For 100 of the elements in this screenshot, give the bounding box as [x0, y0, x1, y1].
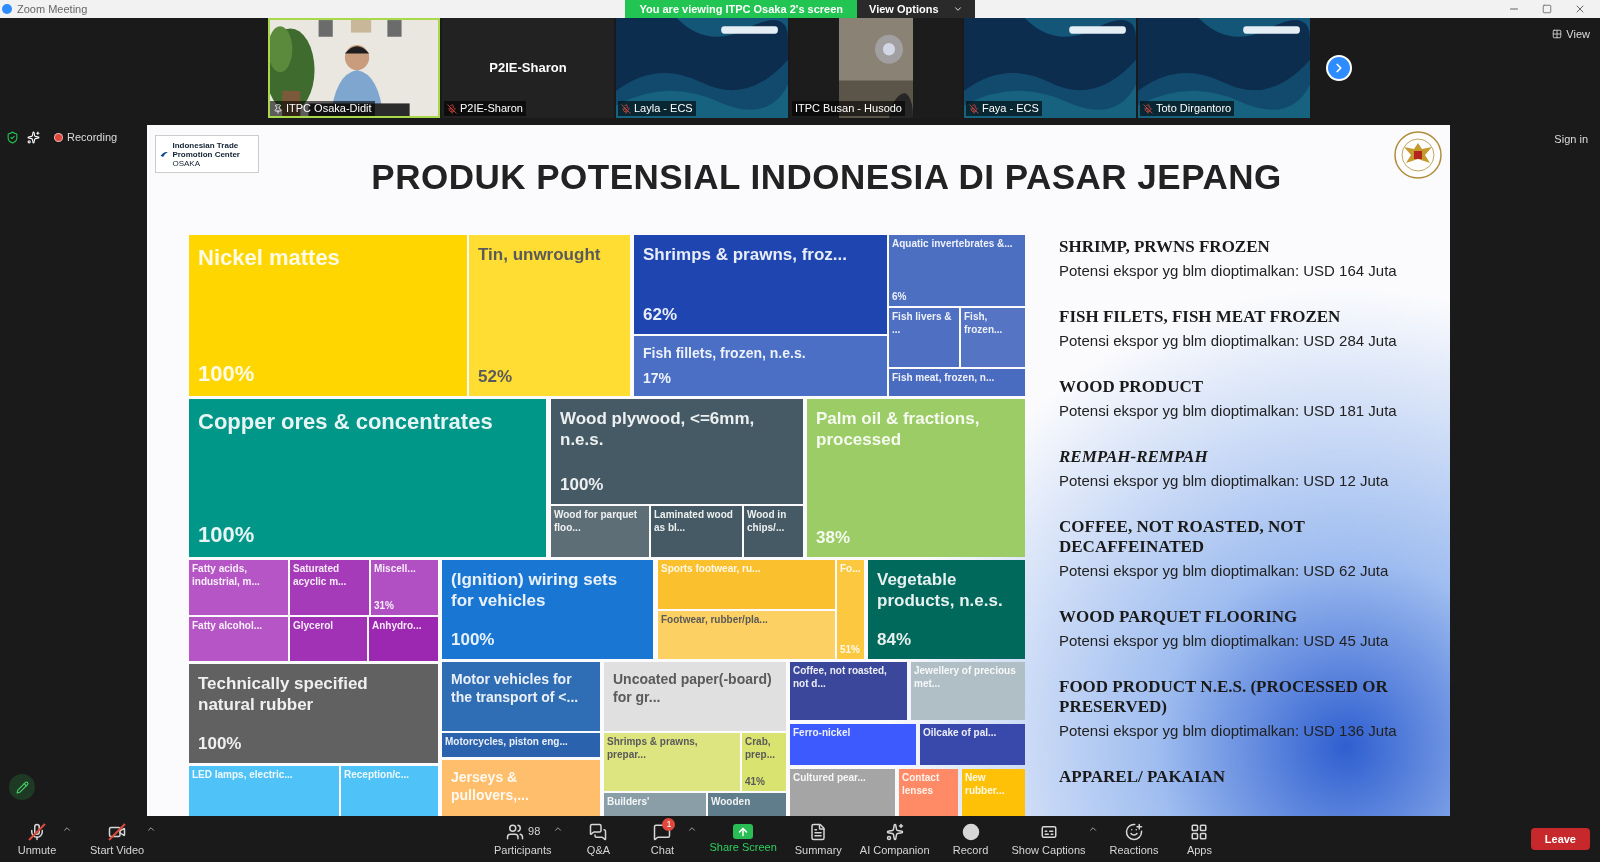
product-description: Potensi ekspor yg blm dioptimalkan: USD 45 Juta: [1059, 631, 1390, 650]
audio-toolbar-button[interactable]: Unmute: [8, 817, 66, 861]
tile-label: Technically specified natural rubber: [198, 673, 369, 716]
video-tile[interactable]: P2IE-Sharon P2IE-Sharon: [442, 18, 614, 118]
tile-label: Fish, frozen...: [964, 311, 1004, 336]
tile-label: Glycerol: [293, 620, 335, 633]
participant-label: Toto Dirgantoro: [1156, 102, 1232, 115]
product-title: COFFEE, NOT ROASTED, NOT DECAFFEINATED: [1059, 517, 1306, 557]
tile-percent: 100%: [198, 359, 256, 387]
tile-percent: 6%: [892, 290, 908, 303]
annotate-pencil-icon[interactable]: [9, 774, 35, 800]
tile-label: Cultured pear...: [793, 772, 867, 785]
chevron-down-icon: [952, 4, 963, 14]
maximize-icon[interactable]: [1542, 4, 1552, 14]
chat-toolbar-button[interactable]: 1 Chat: [633, 817, 692, 861]
participant-label: Layla - ECS: [634, 102, 693, 115]
tile-label: Vegetable products, n.e.s.: [877, 569, 1004, 612]
video-tile[interactable]: Faya - ECS: [964, 18, 1136, 118]
grid-icon: [1552, 29, 1563, 40]
tile-label: Footwear, rubber/pla...: [661, 614, 769, 627]
tile-label: Fatty acids, industrial, m...: [192, 563, 261, 588]
caret-icon[interactable]: [146, 824, 157, 834]
tile-label: Shrimps & prawns, prepar...: [607, 736, 699, 761]
product-description: Potensi ekspor yg blm dioptimalkan: USD 12 Juta: [1059, 471, 1390, 490]
app-icon: [2, 4, 12, 14]
tile-label: Ferro-nickel: [793, 727, 852, 740]
product-description: Potensi ekspor yg blm dioptimalkan: USD 62 Juta: [1059, 561, 1390, 580]
tile-label: Wooden: [711, 796, 752, 809]
caret-icon[interactable]: [553, 824, 564, 834]
recording-label: Recording: [67, 130, 118, 145]
security-shield-icon[interactable]: [6, 130, 19, 144]
tile-label: Copper ores & concentrates: [198, 408, 494, 436]
tile-label: Wood for parquet floo...: [554, 509, 639, 534]
caret-icon[interactable]: [1087, 824, 1098, 834]
video-tile[interactable]: ITPC Busan - Husodo: [790, 18, 962, 118]
tile-percent: 38%: [816, 526, 852, 548]
video-tile[interactable]: Layla - ECS: [616, 18, 788, 118]
summary-toolbar-button[interactable]: Summary: [788, 817, 848, 861]
tile-percent: 52%: [478, 365, 514, 387]
tile-label: Crab, prep...: [745, 736, 776, 761]
tile-label: Shrimps & prawns, froz...: [643, 244, 849, 266]
product-title: WOOD PRODUCT: [1059, 377, 1205, 397]
product-title: REMPAH-REMPAH: [1059, 447, 1209, 467]
logo-name: Indonesian Trade Promotion Center: [172, 140, 241, 159]
apps-toolbar-button[interactable]: Apps: [1170, 817, 1229, 861]
tile-label: Fish meat, frozen, n...: [892, 372, 996, 385]
tile-label: Contact lenses: [902, 772, 941, 797]
product-title: FOOD PRODUCT N.E.S. (PROCESSED OR PRESERVED): [1059, 677, 1389, 717]
caret-icon[interactable]: [62, 824, 72, 834]
close-icon[interactable]: [1574, 3, 1586, 15]
product-title: FISH FILETS, FISH MEAT FROZEN: [1059, 307, 1342, 327]
share-toolbar-button[interactable]: Share Screen: [703, 817, 783, 861]
logo-city: OSAKA: [172, 158, 201, 168]
sign-in-link[interactable]: Sign in: [1554, 131, 1588, 145]
next-page-button[interactable]: [1326, 55, 1352, 81]
product-description: Potensi ekspor yg blm dioptimalkan: USD 136 Juta: [1059, 721, 1398, 740]
product-title: SHRIMP, PRWNS FROZEN: [1059, 237, 1271, 257]
captions-toolbar-button[interactable]: Show Captions: [1005, 817, 1092, 861]
sharing-banner: You are viewing ITPC Osaka 2's screen: [625, 0, 858, 18]
ai-icon: [884, 821, 905, 842]
window-title: Zoom Meeting: [17, 1, 88, 17]
reactions-toolbar-button[interactable]: Reactions: [1103, 817, 1165, 861]
tile-label: Aquatic invertebrates &...: [892, 238, 1014, 251]
view-button[interactable]: View: [1552, 26, 1590, 43]
tile-label: Wood in chips/...: [747, 509, 788, 534]
tile-percent: 100%: [198, 732, 243, 754]
tile-label: Jewellery of precious met...: [914, 665, 1017, 690]
view-options-button[interactable]: View Options: [857, 0, 975, 18]
video-tile[interactable]: ITPC Osaka-Didit: [268, 18, 440, 118]
product-title: APPAREL/ PAKAIAN: [1059, 767, 1227, 787]
tile-label: Miscell...: [374, 563, 417, 576]
tile-percent: 100%: [451, 628, 496, 650]
tile-percent: 51%: [840, 643, 861, 656]
ai-toolbar-button[interactable]: AI Companion: [853, 817, 936, 861]
leave-button[interactable]: Leave: [1530, 828, 1590, 850]
participant-label: ITPC Osaka-Didit: [286, 102, 372, 115]
tile-percent: 31%: [374, 599, 395, 612]
record-toolbar-button[interactable]: Record: [941, 817, 1000, 861]
tile-label: Jerseys & pullovers,...: [451, 769, 530, 804]
participant-name: P2IE-Sharon: [489, 59, 567, 78]
qa-toolbar-button[interactable]: Q&A: [569, 817, 628, 861]
participant-label: ITPC Busan - Husodo: [795, 102, 902, 115]
tile-percent: 100%: [560, 473, 605, 495]
tile-percent: 84%: [877, 628, 913, 650]
participant-label: Faya - ECS: [982, 102, 1039, 115]
tile-label: Nickel mattes: [198, 244, 341, 272]
product-description: Potensi ekspor yg blm dioptimalkan: USD 284 Juta: [1059, 331, 1398, 350]
tile-label: Reception/c...: [344, 769, 410, 782]
tile-percent: 41%: [745, 775, 766, 788]
product-description: Potensi ekspor yg blm dioptimalkan: USD 181 Juta: [1059, 401, 1398, 420]
reactions-icon: [1124, 821, 1144, 842]
video-tile[interactable]: Toto Dirgantoro: [1138, 18, 1310, 118]
tile-label: Oilcake of pal...: [923, 727, 998, 740]
video-toolbar-button[interactable]: Start Video: [84, 817, 151, 861]
tile-label: Fatty alcohol...: [192, 620, 263, 633]
participants-toolbar-button[interactable]: 98 Participants: [488, 817, 558, 861]
tile-label: Fo...: [840, 563, 861, 576]
caret-icon[interactable]: [687, 824, 698, 834]
tile-percent: 62%: [643, 303, 679, 325]
sparkle-icon[interactable]: [27, 130, 40, 144]
